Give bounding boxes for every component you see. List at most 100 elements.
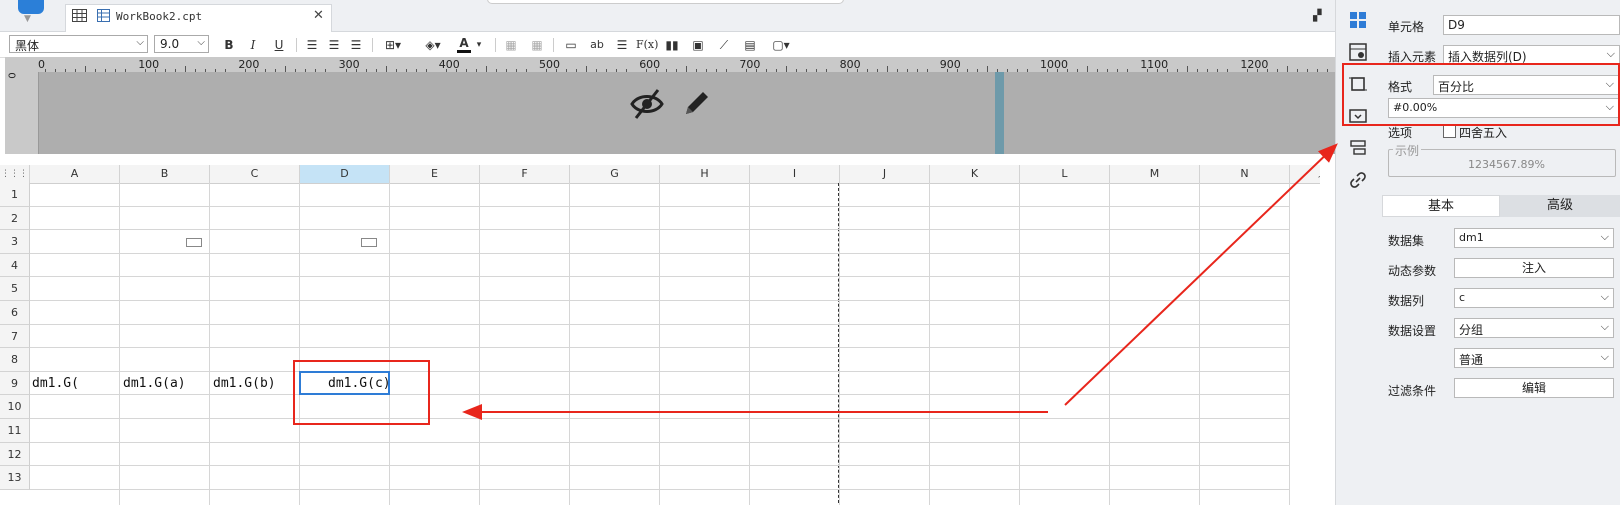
inject-button[interactable]: 注入 (1454, 258, 1614, 278)
row-header-1[interactable]: 1 (0, 183, 30, 207)
grid-column-line (569, 183, 570, 505)
cell-field[interactable]: D9 (1443, 15, 1620, 35)
column-header-g[interactable]: G (570, 165, 660, 183)
column-header-e[interactable]: E (390, 165, 480, 183)
insert-formula-button[interactable]: F(x) (636, 36, 658, 54)
cell-a9[interactable]: dm1.G( (32, 376, 79, 391)
column-header-a[interactable]: A (30, 165, 120, 183)
tab-basic[interactable]: 基本 (1382, 195, 1500, 217)
row-header-3[interactable]: 3 (0, 230, 30, 254)
font-color-dropdown-icon[interactable]: ▾ (474, 36, 484, 54)
active-cell-border[interactable] (299, 370, 390, 396)
close-tab-icon[interactable]: ✕ (313, 8, 324, 23)
data-setting-sub-select[interactable]: 普通 ⌵ (1454, 348, 1614, 368)
row-header-10[interactable]: 10 (0, 395, 30, 419)
align-left-icon[interactable]: ☰ (304, 36, 320, 54)
format-type-select[interactable]: 百分比 ⌵ (1433, 75, 1619, 95)
insert-paragraph-icon[interactable]: ☰ (614, 36, 630, 54)
italic-button[interactable]: I (246, 36, 260, 54)
cell-widget-icon[interactable] (361, 238, 377, 248)
logo-dropdown-icon[interactable]: ▼ (24, 14, 31, 24)
column-header-l[interactable]: L (1020, 165, 1110, 183)
column-header-i[interactable]: I (750, 165, 840, 183)
data-setting-select[interactable]: 分组 ⌵ (1454, 318, 1614, 338)
select-all-corner-icon[interactable]: ⋮⋮⋮ (0, 165, 30, 183)
border-icon[interactable]: ⊞▾ (379, 36, 407, 54)
data-column-label: 数据列 (1388, 294, 1425, 308)
round-checkbox[interactable] (1443, 125, 1456, 138)
toolbar-divider (296, 38, 297, 52)
ruler-mark: 1200 (1240, 58, 1269, 71)
row-header-4[interactable]: 4 (0, 253, 30, 278)
cell-widget-icon[interactable] (186, 238, 202, 248)
font-size-select[interactable]: 9.0 ⌵ (154, 35, 209, 53)
column-header-f[interactable]: F (480, 165, 570, 183)
cell-attribute-icon[interactable] (1349, 43, 1367, 61)
grid-view-icon[interactable] (72, 9, 87, 22)
column-header-k[interactable]: K (930, 165, 1020, 183)
chevron-down-icon: ⌵ (136, 37, 144, 48)
format-pattern-select[interactable]: #0.00% ⌵ (1388, 98, 1619, 118)
chevron-down-icon: ⌵ (1606, 47, 1615, 60)
hyperlink-icon[interactable] (1349, 171, 1367, 189)
header-band (5, 72, 1335, 154)
insert-image-icon[interactable]: ▣ (690, 36, 706, 54)
column-header-h[interactable]: H (660, 165, 750, 183)
example-label: 示例 (1393, 142, 1422, 159)
data-column-select[interactable]: c ⌵ (1454, 288, 1614, 308)
file-tab-title: WorkBook2.cpt (116, 10, 203, 23)
column-header-c[interactable]: C (210, 165, 300, 183)
grid-row-line (30, 394, 1290, 396)
align-center-icon[interactable]: ☰ (326, 36, 342, 54)
row-header-12[interactable]: 12 (0, 442, 30, 467)
grid-column-line (1199, 183, 1200, 505)
column-header-d[interactable]: D (300, 165, 390, 183)
widget-settings-icon[interactable] (1349, 107, 1367, 125)
widget-border-icon[interactable] (1349, 75, 1367, 93)
condition-attribute-icon[interactable] (1349, 139, 1367, 157)
insert-float-icon[interactable]: ▢▾ (768, 36, 794, 54)
insert-element-select[interactable]: 插入数据列(D) ⌵ (1443, 45, 1620, 65)
spreadsheet-grid[interactable]: ⋮⋮⋮ ABCDEFGHIJKLMN ︿ 12345678910111213dm… (0, 165, 1320, 505)
insert-subreport-icon[interactable]: ▤ (742, 36, 758, 54)
fill-color-icon[interactable]: ◈▾ (419, 36, 447, 54)
edit-filter-button[interactable]: 编辑 (1454, 378, 1614, 398)
column-header-n[interactable]: N (1200, 165, 1290, 183)
grid-row-line (30, 229, 1290, 231)
tab-advanced[interactable]: 高级 (1500, 195, 1620, 217)
grid-column-line (299, 183, 300, 505)
underline-button[interactable]: U (272, 36, 286, 54)
align-right-icon[interactable]: ☰ (348, 36, 364, 54)
toolbar-collapse-icon[interactable]: ▞ (1313, 9, 1321, 22)
bold-button[interactable]: B (222, 36, 236, 54)
row-header-13[interactable]: 13 (0, 466, 30, 490)
row-header-6[interactable]: 6 (0, 301, 30, 325)
insert-chart-icon[interactable]: ▮▮ (664, 36, 680, 54)
column-header-m[interactable]: M (1110, 165, 1200, 183)
font-family-select[interactable]: 黑体 ⌵ (9, 35, 148, 53)
hide-eye-icon[interactable] (630, 88, 664, 120)
font-color-button[interactable]: A (457, 36, 471, 53)
dataset-select[interactable]: dm1 ⌵ (1454, 228, 1614, 248)
page-margin-marker[interactable] (995, 72, 1004, 154)
row-header-8[interactable]: 8 (0, 348, 30, 372)
row-header-5[interactable]: 5 (0, 277, 30, 301)
cell-element-icon[interactable] (1349, 11, 1367, 29)
insert-slash-icon[interactable]: ⟋ (716, 36, 732, 54)
row-header-7[interactable]: 7 (0, 324, 30, 349)
split-cells-icon[interactable]: ▦ (529, 36, 545, 54)
row-header-9[interactable]: 9 (0, 371, 30, 396)
insert-text-button[interactable]: ab (588, 36, 606, 54)
cell-b9[interactable]: dm1.G(a) (123, 376, 186, 391)
font-size-value: 9.0 (160, 37, 180, 51)
column-header-j[interactable]: J (840, 165, 930, 183)
cell-c9[interactable]: dm1.G(b) (213, 376, 276, 391)
scroll-up-icon[interactable]: ︿ (1318, 165, 1320, 180)
row-header-11[interactable]: 11 (0, 419, 30, 443)
edit-pencil-icon[interactable] (682, 88, 712, 118)
column-header-b[interactable]: B (120, 165, 210, 183)
merge-cells-icon[interactable]: ▦ (503, 36, 519, 54)
app-logo-icon[interactable] (18, 0, 44, 14)
row-header-2[interactable]: 2 (0, 206, 30, 231)
insert-field-icon[interactable]: ▭ (562, 36, 580, 54)
